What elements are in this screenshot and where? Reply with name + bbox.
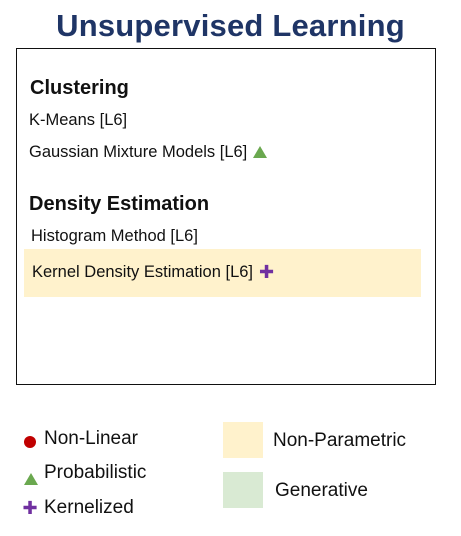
triangle-icon xyxy=(23,473,38,485)
legend-label: Non-Linear xyxy=(44,428,138,449)
methods-panel: Clustering K-Means [L6] Gaussian Mixture… xyxy=(16,48,436,385)
item-kernel-density-estimation: Kernel Density Estimation [L6] ✚ xyxy=(32,262,274,283)
triangle-icon xyxy=(253,146,268,158)
item-label: Histogram Method [L6] xyxy=(31,227,198,245)
legend-label: Probabilistic xyxy=(44,462,147,483)
circle-icon xyxy=(24,436,36,448)
swatch-label-non-parametric: Non-Parametric xyxy=(273,430,407,451)
item-histogram-method: Histogram Method [L6] xyxy=(31,227,198,246)
swatch-generative xyxy=(223,472,263,508)
swatch-non-parametric xyxy=(223,422,263,458)
item-label: K-Means [L6] xyxy=(29,111,128,129)
section-heading-density-estimation: Density Estimation xyxy=(29,193,210,215)
item-k-means: K-Means [L6] xyxy=(29,111,127,130)
plus-icon: ✚ xyxy=(22,498,38,518)
legend-label: Kernelized xyxy=(44,497,134,518)
item-gaussian-mixture-models: Gaussian Mixture Models [L6] xyxy=(29,143,268,162)
plus-icon: ✚ xyxy=(259,262,275,282)
item-label: Gaussian Mixture Models [L6] xyxy=(29,143,248,161)
item-label: Kernel Density Estimation [L6] xyxy=(32,263,254,281)
swatch-label-generative: Generative xyxy=(275,480,368,501)
page-title: Unsupervised Learning xyxy=(56,8,405,43)
section-heading-clustering: Clustering xyxy=(30,77,129,99)
